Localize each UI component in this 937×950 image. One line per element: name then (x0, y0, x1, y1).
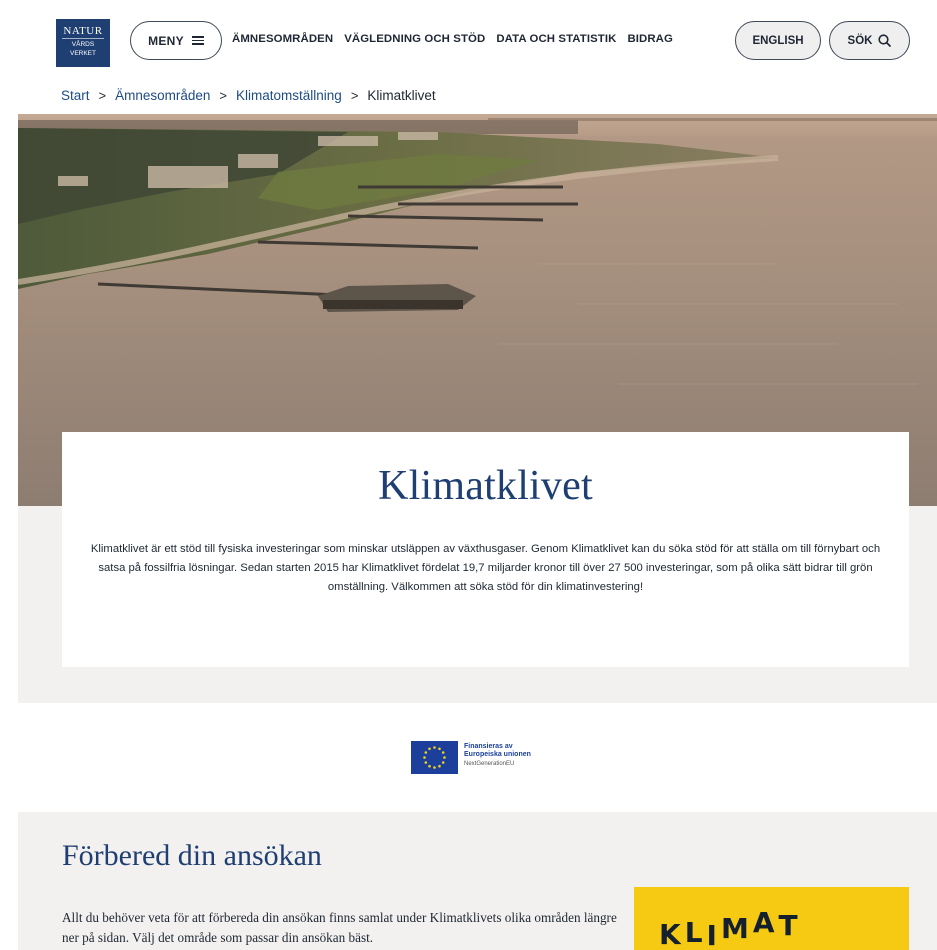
english-button[interactable]: ENGLISH (735, 21, 821, 60)
logo-line-1: NATUR (63, 25, 103, 37)
eu-funding-text: Finansieras av Europeiska unionen NextGe… (464, 741, 531, 768)
breadcrumb: Start > Ämnesområden > Klimatomställning… (61, 88, 436, 103)
menu-button[interactable]: MENY (130, 21, 222, 60)
site-header: NATUR VÅRDS VERKET MENY ÄMNESOMRÅDEN VÄG… (0, 0, 937, 80)
klimat-letter-m: M (720, 912, 749, 945)
klimat-letter-l: L (684, 916, 703, 949)
klimatklivet-logo: K L I M A T (634, 887, 909, 950)
nav-item-data-och-statistik[interactable]: DATA OCH STATISTIK (496, 33, 616, 45)
search-button[interactable]: SÖK (829, 21, 910, 60)
breadcrumb-start[interactable]: Start (61, 88, 90, 103)
prepare-text: Allt du behöver veta för att förbereda d… (62, 910, 617, 945)
nav-item-bidrag[interactable]: BIDRAG (627, 33, 673, 45)
logo-line-3: VERKET (69, 50, 96, 57)
breadcrumb-amnesomraden[interactable]: Ämnesområden (115, 88, 210, 103)
logo-line-2: VÅRDS (71, 41, 95, 48)
klimat-letter-a: A (752, 906, 775, 939)
breadcrumb-current: Klimatklivet (367, 88, 436, 103)
intro-card: Klimatklivet Klimatklivet är ett stöd ti… (62, 432, 909, 667)
page-title: Klimatklivet (378, 463, 593, 509)
nav-item-amnesomraden[interactable]: ÄMNESOMRÅDEN (232, 33, 333, 45)
english-label: ENGLISH (752, 34, 804, 47)
chevron-right-icon: > (350, 88, 359, 103)
search-icon (878, 34, 892, 47)
eu-line-1: Finansieras av (464, 743, 513, 750)
hamburger-icon (191, 36, 204, 45)
prepare-section: Förbered din ansökan Allt du behöver vet… (18, 812, 937, 950)
breadcrumb-klimatomstallning[interactable]: Klimatomställning (236, 88, 342, 103)
klimat-letter-i: I (706, 919, 717, 950)
naturvardsverket-logo[interactable]: NATUR VÅRDS VERKET (56, 19, 110, 67)
eu-line-2: Europeiska unionen (464, 751, 531, 758)
intro-text: Klimatklivet är ett stöd till fysiska in… (90, 543, 881, 593)
klimat-letter-k: K (659, 918, 681, 950)
klimat-wordmark: K L I M A T (659, 906, 798, 950)
prepare-title: Förbered din ansökan (62, 839, 322, 872)
eu-line-3: NextGenerationEU (464, 761, 515, 767)
main-nav: ÄMNESOMRÅDEN VÄGLEDNING OCH STÖD DATA OC… (232, 33, 684, 45)
search-label: SÖK (847, 34, 873, 47)
chevron-right-icon: > (98, 88, 107, 103)
eu-flag-icon (411, 741, 458, 774)
nav-item-vagledning-och-stod[interactable]: VÄGLEDNING OCH STÖD (344, 33, 485, 45)
chevron-right-icon: > (219, 88, 228, 103)
klimat-letter-t: T (778, 909, 798, 942)
menu-label: MENY (148, 33, 184, 48)
logo-divider (62, 38, 104, 39)
eu-funding-badge: Finansieras av Europeiska unionen NextGe… (411, 741, 531, 774)
